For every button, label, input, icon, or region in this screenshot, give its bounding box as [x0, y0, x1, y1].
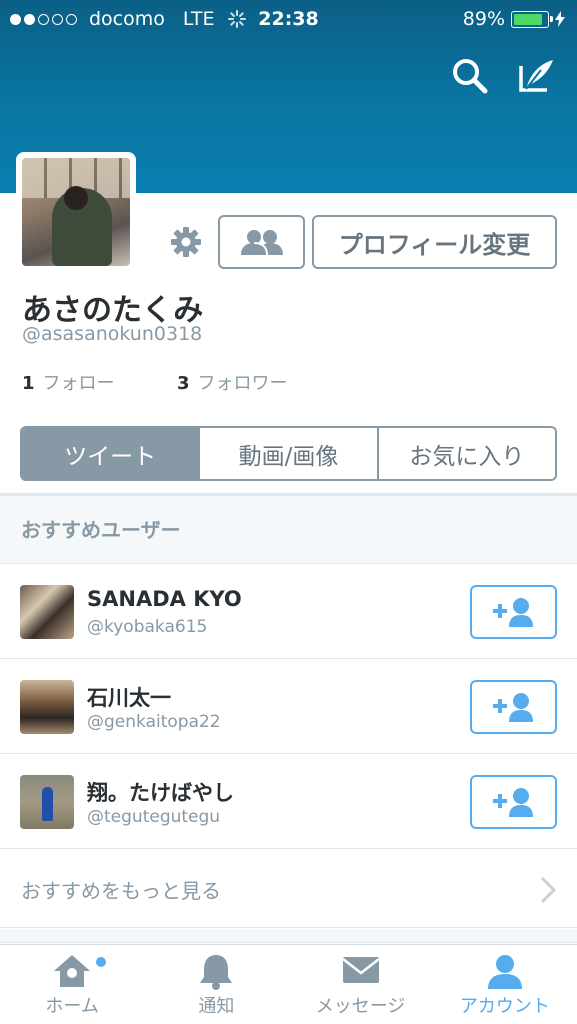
person-icon — [487, 955, 522, 989]
followers-stat[interactable]: 3 フォロワー — [177, 369, 288, 395]
followers-count: 3 — [177, 373, 190, 394]
see-more-recommendations[interactable]: おすすめをもっと見る — [0, 850, 577, 928]
tab-messages[interactable]: メッセージ — [289, 945, 433, 1024]
add-user-icon — [492, 693, 533, 722]
follow-button[interactable] — [470, 680, 557, 734]
search-icon[interactable] — [450, 56, 490, 96]
avatar — [20, 680, 74, 734]
section-gap — [0, 929, 577, 943]
edit-profile-button[interactable]: プロフィール変更 — [312, 215, 557, 269]
screen-name: @asasanokun0318 — [22, 323, 203, 345]
tab-media[interactable]: 動画/画像 — [198, 428, 377, 479]
list-item[interactable]: 石川太一 @genkaitopa22 — [0, 660, 577, 754]
battery-icon — [511, 10, 553, 28]
user-name: 石川太一 — [87, 686, 171, 710]
chevron-right-icon — [540, 876, 557, 904]
notification-dot — [96, 957, 106, 967]
suggested-users-header: おすすめユーザー — [0, 496, 577, 564]
avatar — [20, 585, 74, 639]
tab-notifications[interactable]: 通知 — [144, 945, 288, 1024]
home-icon — [54, 955, 91, 987]
avatar — [20, 775, 74, 829]
user-name: SANADA KYO — [87, 587, 242, 611]
lists-button[interactable] — [218, 215, 305, 269]
tab-label: ホーム — [45, 996, 99, 1017]
list-item[interactable]: SANADA KYO @kyobaka615 — [0, 565, 577, 659]
envelope-icon — [341, 957, 380, 983]
profile-tabs: ツイート 動画/画像 お気に入り — [20, 426, 557, 481]
follow-button[interactable] — [470, 775, 557, 829]
gear-icon[interactable] — [168, 224, 204, 260]
tab-account[interactable]: アカウント — [433, 945, 577, 1024]
charging-bolt-icon — [555, 11, 565, 27]
people-icon — [240, 230, 283, 256]
follow-button[interactable] — [470, 585, 557, 639]
see-more-label: おすすめをもっと見る — [21, 879, 221, 903]
profile-avatar[interactable] — [16, 152, 136, 272]
bell-icon — [200, 955, 233, 990]
tab-tweets[interactable]: ツイート — [22, 428, 199, 479]
following-stat[interactable]: 1 フォロー — [22, 369, 177, 395]
user-handle: @genkaitopa22 — [87, 712, 221, 732]
tab-home[interactable]: ホーム — [0, 945, 144, 1024]
avatar-photo — [22, 158, 130, 266]
following-label: フォロー — [42, 373, 115, 394]
tab-favorites[interactable]: お気に入り — [376, 428, 555, 479]
tab-label: アカウント — [459, 996, 550, 1017]
follow-stats: 1 フォロー 3 フォロワー — [22, 369, 288, 395]
compose-tweet-icon[interactable] — [517, 56, 557, 96]
user-name: 翔。たけばやし — [87, 781, 234, 805]
bottom-tab-bar: ホーム 通知 メッセージ アカウント — [0, 944, 577, 1024]
user-handle: @kyobaka615 — [87, 617, 208, 637]
tab-label: 通知 — [198, 996, 235, 1017]
user-handle: @tegutegutegu — [87, 807, 221, 827]
following-count: 1 — [22, 373, 35, 394]
section-title: おすすめユーザー — [21, 518, 181, 542]
battery-percent: 89% — [462, 8, 505, 30]
add-user-icon — [492, 788, 533, 817]
list-item[interactable]: 翔。たけばやし @tegutegutegu — [0, 755, 577, 849]
tab-label: メッセージ — [315, 996, 406, 1017]
status-bar: docomo LTE 22:38 89% — [0, 0, 577, 38]
followers-label: フォロワー — [197, 373, 288, 394]
add-user-icon — [492, 598, 533, 627]
